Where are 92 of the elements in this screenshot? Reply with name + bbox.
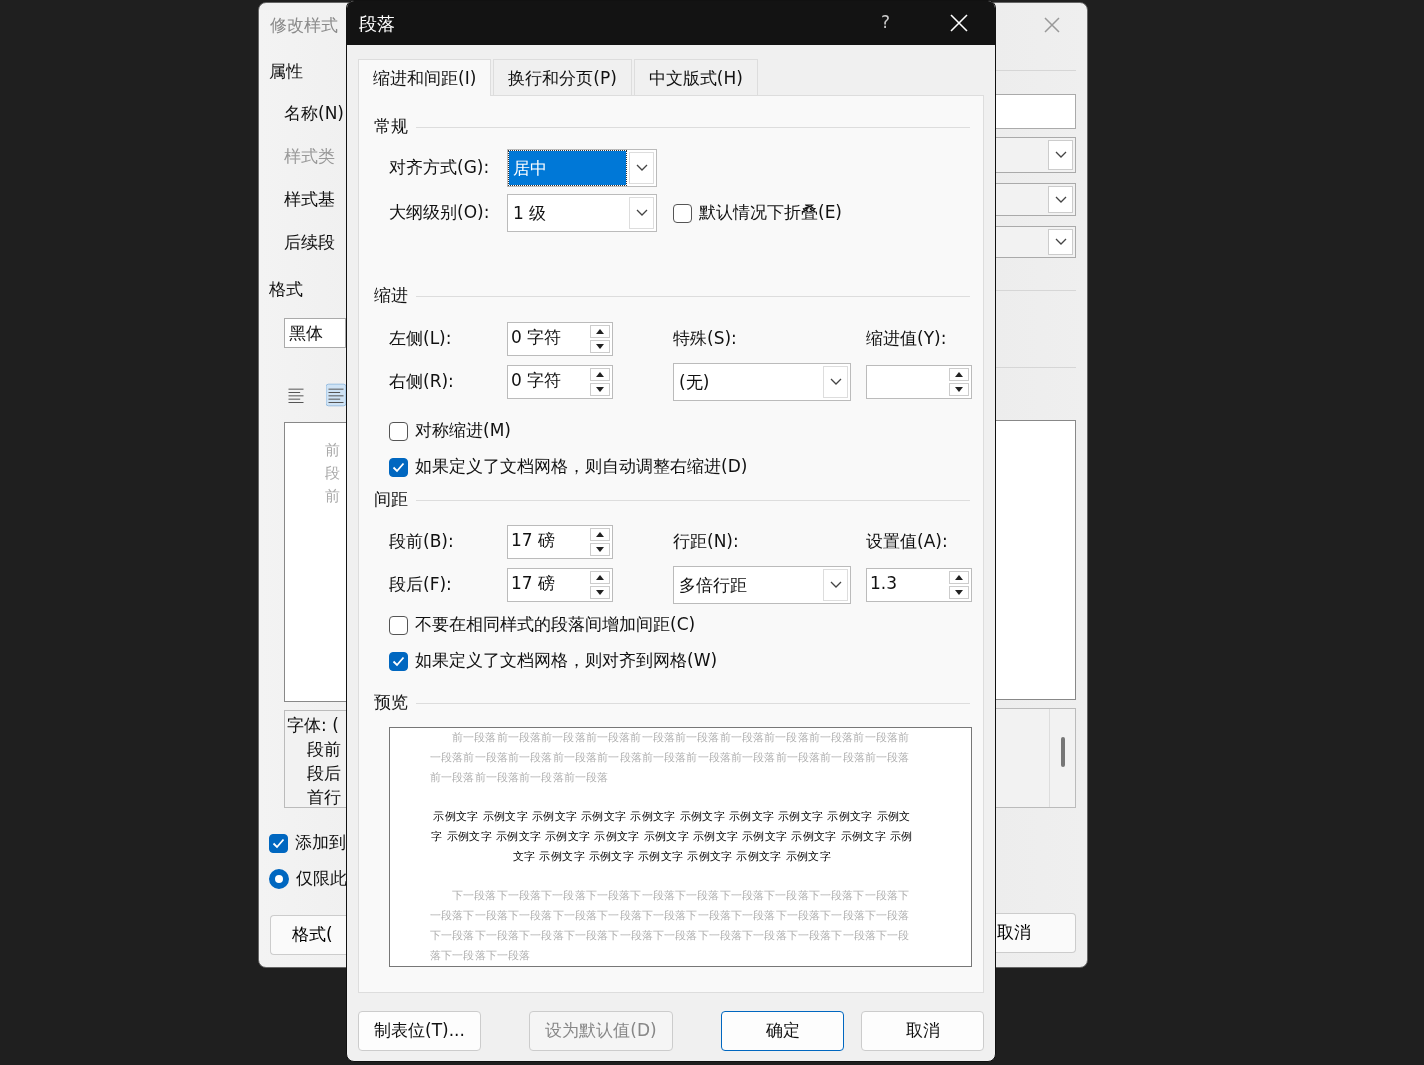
spin-field[interactable]: 17 磅	[507, 567, 613, 602]
check-icon	[272, 837, 285, 849]
help-button[interactable]: ?	[880, 10, 890, 36]
format-button[interactable]: 格式(	[270, 915, 346, 955]
spin-field[interactable]: 1.3	[866, 567, 972, 602]
spin-field[interactable]: 0 字符	[507, 364, 613, 399]
radio-label: 仅限此	[296, 867, 346, 891]
field-label: 行距(N):	[673, 529, 740, 553]
field-label: 段后(F):	[389, 572, 453, 596]
dropdown-field[interactable]: (无)	[673, 362, 851, 401]
spin-field[interactable]: 0 字符	[507, 321, 613, 356]
chevron-icon	[1054, 238, 1067, 246]
spin-down-icon[interactable]	[590, 585, 610, 599]
spin-up-icon[interactable]	[949, 570, 969, 584]
checkbox-label: 添加到	[295, 831, 346, 855]
chevron-icon	[1054, 195, 1067, 204]
dropdown-field[interactable]: 居中	[507, 149, 657, 187]
font-field[interactable]: 黑体	[284, 318, 346, 348]
scrollbar-thumb[interactable]	[1061, 737, 1065, 767]
field-label: 样式类	[283, 145, 336, 168]
checkbox[interactable]	[673, 203, 692, 223]
sample-text: 示例文字 示例文字 示例文字 示例文字 示例文字 示例文字 示例文字 示例文字 示例文字 示例文字 示例文字 示例文字 示例文字 示例文字 示例文字 示例文字 示例文字 示例文字 示例文字 示例文字 示例文字 示例文字 示例文字 示例文字 示例文字 示例文字	[430, 809, 914, 865]
chevron-icon	[829, 377, 842, 386]
field-label: 大纲级别(O):	[389, 201, 491, 225]
dropdown-field[interactable]	[996, 137, 1076, 173]
field-label: 缩进值(Y):	[866, 326, 948, 350]
checkbox-label: 默认情况下折叠(E)	[699, 201, 842, 225]
text-field[interactable]	[996, 94, 1076, 129]
checkbox[interactable]	[389, 651, 408, 671]
tab[interactable]: 换行和分页(P)	[493, 59, 632, 95]
field-label: 特殊(S):	[673, 326, 738, 350]
preview-text: 段	[325, 463, 341, 484]
chevron-icon	[1054, 151, 1067, 159]
chevron-icon	[635, 164, 648, 172]
spin-down-icon[interactable]	[590, 339, 610, 353]
dropdown-field[interactable]: 多倍行距	[673, 565, 851, 604]
description-text: 首行	[306, 786, 342, 809]
field-label: 左侧(L):	[389, 326, 453, 350]
checkbox-label: 对称缩进(M)	[415, 419, 511, 443]
checkbox-label: 如果定义了文档网格，则对齐到网格(W)	[415, 649, 718, 673]
field-label: 样式基	[283, 188, 336, 211]
spin-up-icon[interactable]	[590, 324, 610, 338]
dialog-title: 段落	[359, 11, 395, 36]
check-icon	[392, 655, 405, 667]
section-heading: 预览	[374, 691, 408, 715]
field-label: 对齐方式(G):	[389, 156, 491, 180]
check-icon	[392, 461, 405, 473]
dropdown-field[interactable]	[996, 226, 1076, 258]
dropdown-field[interactable]: 1 级	[507, 194, 657, 232]
dialog-button[interactable]: 取消	[861, 1011, 984, 1051]
spin-up-icon[interactable]	[949, 367, 969, 381]
window-title: 修改样式	[269, 14, 339, 37]
spin-field[interactable]: 17 磅	[507, 524, 613, 559]
dialog-button[interactable]: 制表位(T)...	[358, 1011, 481, 1051]
section-heading: 间距	[374, 488, 408, 512]
tab[interactable]: 中文版式(H)	[633, 59, 758, 95]
section-heading: 格式	[269, 278, 304, 301]
chevron-icon	[635, 209, 648, 217]
checkbox[interactable]	[389, 421, 408, 441]
description-text: 段前	[306, 738, 342, 761]
field-label: 后续段	[283, 231, 336, 254]
preview-text: 前	[325, 486, 341, 507]
preview-text: 前	[325, 440, 341, 461]
field-label: 设置值(A):	[866, 529, 949, 553]
cancel-button[interactable]: 取消	[996, 913, 1076, 953]
checkbox[interactable]	[269, 833, 288, 853]
field-label: 右侧(R):	[389, 369, 455, 393]
checkbox-label: 不要在相同样式的段落间增加间距(C)	[415, 613, 696, 637]
spin-up-icon[interactable]	[590, 527, 610, 541]
spin-down-icon[interactable]	[949, 382, 969, 396]
spin-down-icon[interactable]	[949, 585, 969, 599]
spin-up-icon[interactable]	[590, 570, 610, 584]
dialog-button[interactable]: 确定	[721, 1011, 844, 1051]
field-label: 段前(B):	[389, 529, 455, 553]
spin-down-icon[interactable]	[590, 542, 610, 556]
field-label: 名称(N)	[283, 102, 345, 125]
description-text: 字体: (	[287, 714, 340, 737]
tab[interactable]: 缩进和间距(I)	[358, 59, 492, 96]
section-heading: 缩进	[374, 284, 408, 308]
checkbox-label: 如果定义了文档网格，则自动调整右缩进(D)	[415, 455, 748, 479]
checkbox[interactable]	[389, 457, 408, 477]
section-heading: 属性	[269, 60, 304, 83]
spin-field[interactable]	[866, 364, 972, 399]
align-button[interactable]	[326, 382, 346, 408]
spin-up-icon[interactable]	[590, 367, 610, 381]
section-heading: 常规	[374, 115, 408, 139]
description-text: 段后	[306, 762, 342, 785]
checkbox[interactable]	[389, 615, 408, 635]
dropdown-field[interactable]	[996, 183, 1076, 216]
spin-down-icon[interactable]	[590, 382, 610, 396]
radio-button[interactable]	[269, 869, 289, 889]
chevron-icon	[829, 580, 842, 589]
